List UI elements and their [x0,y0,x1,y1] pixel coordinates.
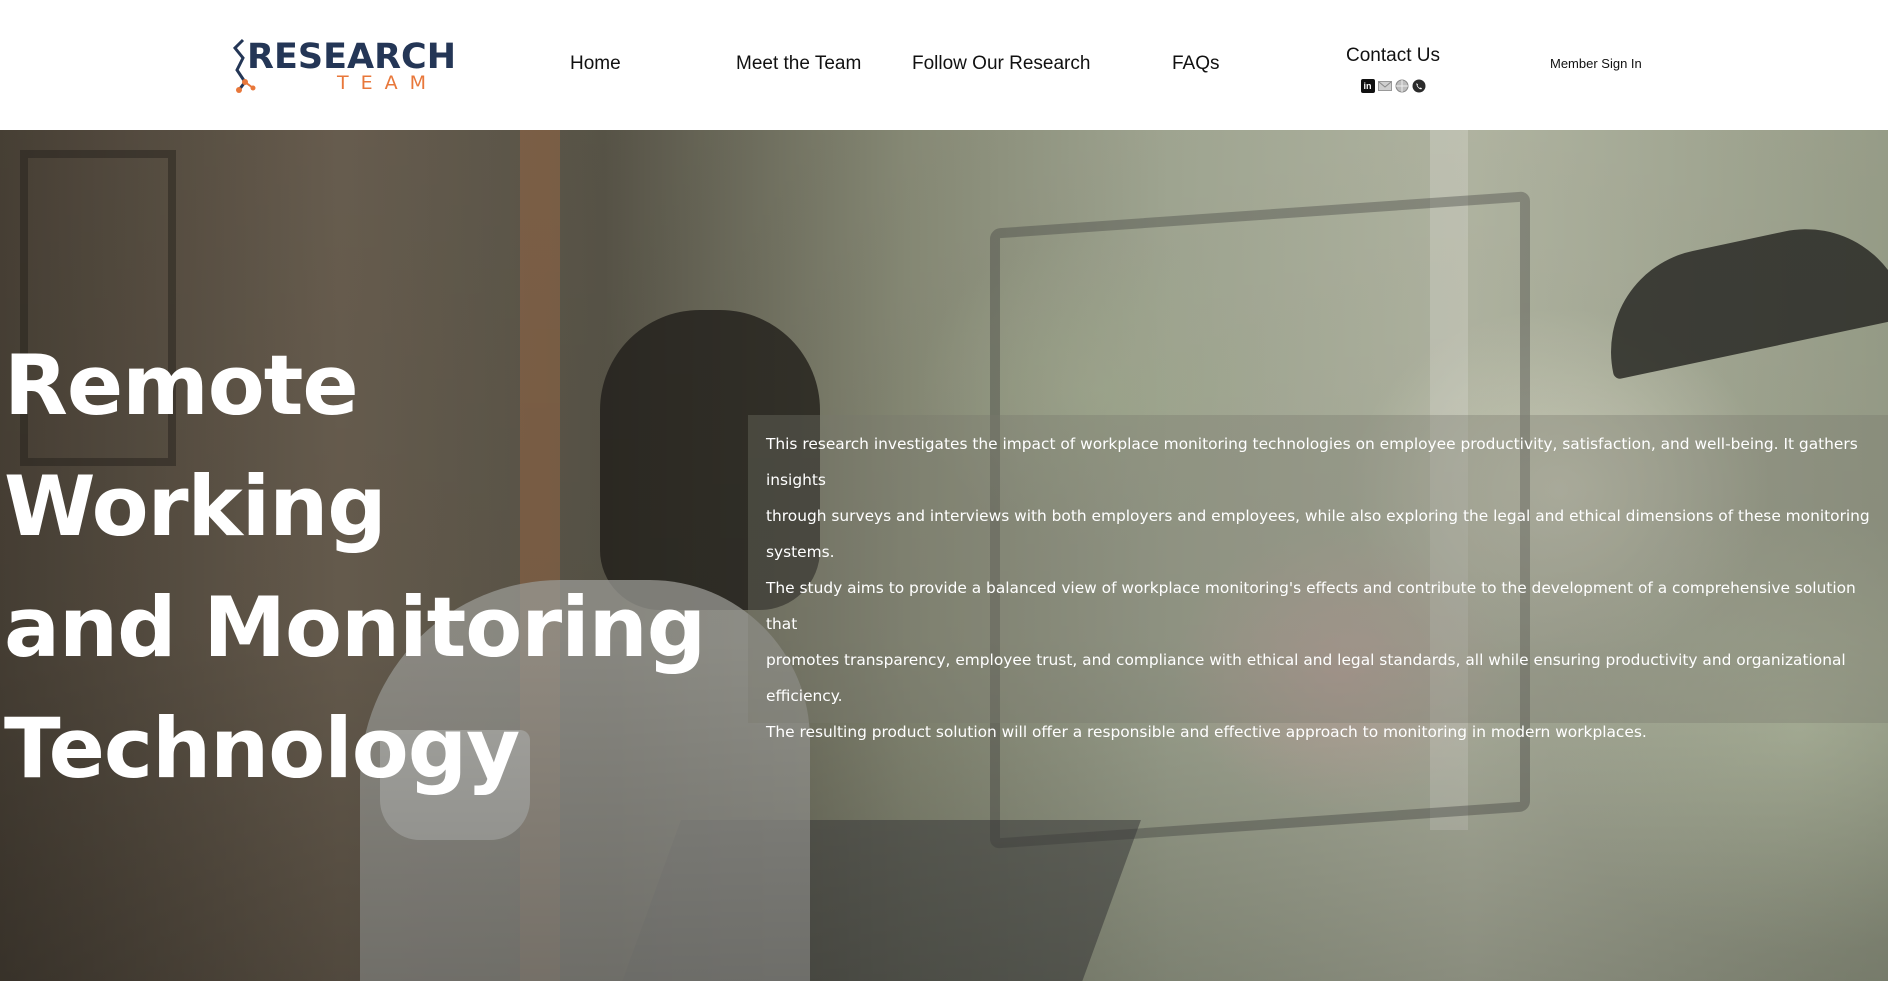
hero-title-line-2: and Monitoring [4,579,706,676]
hero-title-line-1: Remote Working [4,337,387,555]
nav-faqs[interactable]: FAQs [1172,52,1220,76]
nav-home[interactable]: Home [570,52,621,76]
site-header: RESEARCH TEAM Home Meet the Team Follow … [0,0,1888,130]
linkedin-icon[interactable]: in [1360,79,1375,93]
hero-title: Remote Working and Monitoring Technology [4,325,724,809]
phone-icon[interactable] [1412,79,1426,93]
website-icon[interactable] [1395,79,1409,93]
hero-description-line-3: The study aims to provide a balanced vie… [766,579,1856,633]
nav-meet-the-team[interactable]: Meet the Team [736,52,861,76]
hero-description-line-1: This research investigates the impact of… [766,435,1858,489]
hero-description-line-5: The resulting product solution will offe… [766,723,1647,741]
nav-contact-us[interactable]: Contact Us [1330,44,1456,68]
social-icons: in [1330,79,1456,93]
hero-description: This research investigates the impact of… [748,415,1888,741]
logo-wordmark-sub: TEAM [337,72,439,94]
nav-follow-our-research[interactable]: Follow Our Research [912,52,1090,76]
research-team-logo[interactable]: RESEARCH TEAM [231,36,456,94]
hero-description-line-4: promotes transparency, employee trust, a… [766,651,1846,705]
email-icon[interactable] [1377,79,1392,93]
hero-description-line-2: through surveys and interviews with both… [766,507,1870,561]
member-sign-in-link[interactable]: Member Sign In [1550,56,1642,72]
contact-block: Contact Us in [1330,44,1456,93]
hero-title-line-3: Technology [4,700,520,797]
hero-section: Remote Working and Monitoring Technology… [0,130,1888,981]
